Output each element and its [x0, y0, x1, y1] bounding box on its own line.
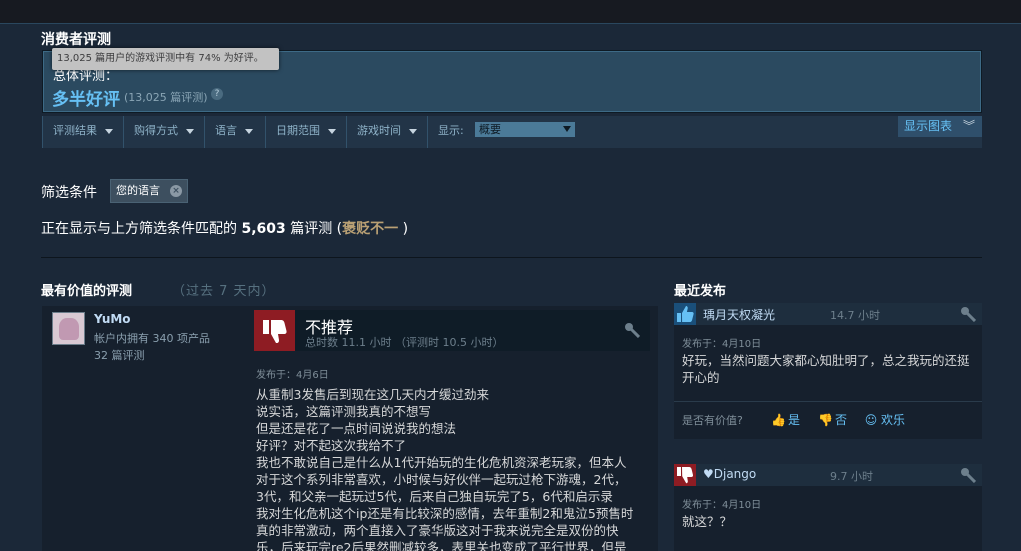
filters-label: 筛选条件 [41, 185, 97, 201]
score-tooltip: 13,025 篇用户的游戏评测中有 74% 为好评。 [52, 48, 279, 70]
display-label-text: 显示: [438, 124, 464, 137]
review-line: 对于这个系列非常喜欢，小时候与好伙伴一起玩过枪下游魂，2代， [256, 472, 627, 487]
review-line: 但是还是花了一点时间说说我的想法 [256, 421, 457, 436]
filter-review-type-label: 评测结果 [53, 124, 97, 137]
review-body: 从重制3发售后到现在这几天内才缓过劲来 说实话，这篇评测我真的不想写 但是还是花… [256, 386, 652, 551]
divider [41, 257, 982, 258]
chevron-down-icon [328, 128, 336, 134]
vote-yes-label: 是 [788, 413, 801, 427]
most-helpful-subtitle: （过去 7 天内） [172, 284, 276, 299]
showing-count: 5,603 [241, 221, 286, 237]
close-icon[interactable]: × [170, 185, 182, 197]
recent-review-card: ♥Django 9.7 小时 发布于：4月10日 就这？？ [674, 464, 982, 551]
thumbs-down-icon [254, 310, 295, 351]
vote-yes-button[interactable]: 👍 是 [771, 411, 800, 428]
products-owned[interactable]: 帐户内拥有 340 项产品 [94, 330, 210, 346]
thumbs-up-icon [674, 303, 696, 325]
helpful-row: 是否有价值? 👍 是 👎 否 ☺ 欢乐 [674, 401, 982, 437]
display-select[interactable]: 概要 [475, 122, 575, 137]
filter-playtime[interactable]: 游戏时间 [346, 116, 417, 148]
vote-funny-label: 欢乐 [881, 413, 906, 427]
recent-posted-date: 发布于：4月10日 [682, 339, 762, 350]
filter-language-label: 语言 [215, 124, 237, 137]
recent-review-text: 就这？？ [682, 514, 733, 529]
helpful-question: 是否有价值? [682, 414, 743, 427]
filter-purchase-type-label: 购得方式 [134, 124, 178, 137]
playtime-hours: 总时数 11.1 小时 （评测时 10.5 小时） [305, 336, 504, 349]
thumbs-up-icon: 👍 [771, 413, 786, 427]
recent-reviewer-name[interactable]: ♥Django [703, 467, 756, 481]
recent-posted-date: 发布于：4月10日 [682, 500, 762, 511]
review-line: 说实话，这篇评测我真的不想写 [256, 404, 432, 419]
smile-icon: ☺ [864, 413, 878, 427]
review-line: 我对生化危机这个ip还是有比较深的感情，去年重制2和鬼泣5预售时 [256, 506, 634, 521]
review-line: 好评？对不起这次我给不了 [256, 438, 407, 453]
most-helpful-title: 最有价值的评测 [41, 284, 133, 299]
filter-language[interactable]: 语言 [204, 116, 253, 148]
show-graph-label: 显示图表 [904, 119, 953, 133]
reviewer-name[interactable]: YuMo [94, 312, 131, 326]
filter-playtime-label: 游戏时间 [357, 124, 401, 137]
review-line: 我也不敢说自己是什么从1代开始玩的生化危机资深老玩家，但本人 [256, 455, 627, 470]
active-filter-label: 您的语言 [116, 184, 160, 197]
filter-date-range[interactable]: 日期范围 [265, 116, 336, 148]
store-header-bar [0, 0, 1021, 24]
filter-purchase-type[interactable]: 购得方式 [123, 116, 194, 148]
chevron-down-icon [409, 128, 417, 134]
avatar[interactable] [52, 312, 85, 345]
review-line: 真的非常激动，两个直接入了豪华版这对于我来说完全是双份的快 [256, 523, 619, 538]
display-select-value: 概要 [479, 123, 501, 136]
showing-summary: 正在显示与上方筛选条件匹配的 5,603 篇评测 (褒贬不一 ) [41, 218, 408, 238]
showing-suffix: ) [402, 221, 409, 237]
vote-no-label: 否 [835, 413, 848, 427]
filter-bar: 评测结果 购得方式 语言 日期范围 游戏时间 显示: 概要 显示图表 ︾ [42, 116, 982, 148]
overall-count: (13,025 篇评测) [124, 91, 208, 104]
award-icon[interactable] [960, 467, 977, 487]
vote-funny-button[interactable]: ☺ 欢乐 [864, 411, 905, 428]
recent-playtime: 9.7 小时 [830, 470, 873, 483]
review-card: YuMo 帐户内拥有 340 项产品 32 篇评测 不推荐 总时数 11.1 小… [42, 306, 658, 551]
show-graph-button[interactable]: 显示图表 ︾ [898, 116, 982, 137]
recent-review-header[interactable]: ♥Django 9.7 小时 [674, 464, 982, 486]
award-icon[interactable] [624, 322, 641, 342]
chevron-down-icon [245, 128, 253, 134]
help-icon[interactable]: ? [211, 88, 223, 100]
recent-title: 最近发布 [674, 284, 727, 299]
review-line: 从重制3发售后到现在这几天内才缓过劲来 [256, 387, 489, 402]
dropdown-arrow-icon [563, 126, 571, 132]
filter-review-type[interactable]: 评测结果 [42, 116, 113, 148]
vote-no-button[interactable]: 👎 否 [818, 411, 847, 428]
recent-playtime: 14.7 小时 [830, 309, 880, 322]
posted-date: 发布于：4月6日 [256, 370, 329, 381]
review-line: 乐，后来玩完re2后果然删减较多，表里关也变成了平行世界，但是 [256, 540, 627, 551]
chevron-down-icon [186, 128, 194, 134]
section-title: 消费者评测 [41, 32, 111, 48]
award-icon[interactable] [960, 306, 977, 326]
active-filter-chip[interactable]: 您的语言 × [110, 179, 188, 203]
chevron-down-icon [105, 128, 113, 134]
display-label: 显示: [427, 116, 464, 148]
showing-unit: 篇评测 ( [290, 221, 343, 237]
recent-reviewer-name[interactable]: 瑀月天权凝光 [703, 306, 775, 323]
thumbs-down-icon: 👎 [818, 413, 833, 427]
showing-prefix: 正在显示与上方筛选条件匹配的 [41, 221, 237, 237]
recent-review-header[interactable]: 瑀月天权凝光 14.7 小时 [674, 303, 982, 325]
review-verdict-header[interactable]: 不推荐 总时数 11.1 小时 （评测时 10.5 小时） [254, 310, 650, 351]
overall-score[interactable]: 多半好评 [52, 85, 120, 110]
double-chevron-down-icon: ︾ [962, 119, 975, 133]
review-line: 3代，和父亲一起玩过5代，后来自己独自玩完了5，6代和启示录 [256, 489, 613, 504]
filtered-score[interactable]: 褒贬不一 [342, 221, 398, 237]
recent-review-card: 瑀月天权凝光 14.7 小时 发布于：4月10日 好玩，当然问题大家都心知肚明了… [674, 303, 982, 439]
recent-review-text: 好玩，当然问题大家都心知肚明了，总之我玩的还挺开心的 [682, 353, 970, 385]
reviewer-review-count[interactable]: 32 篇评测 [94, 347, 145, 363]
filter-date-range-label: 日期范围 [276, 124, 320, 137]
thumbs-down-icon [674, 464, 696, 486]
